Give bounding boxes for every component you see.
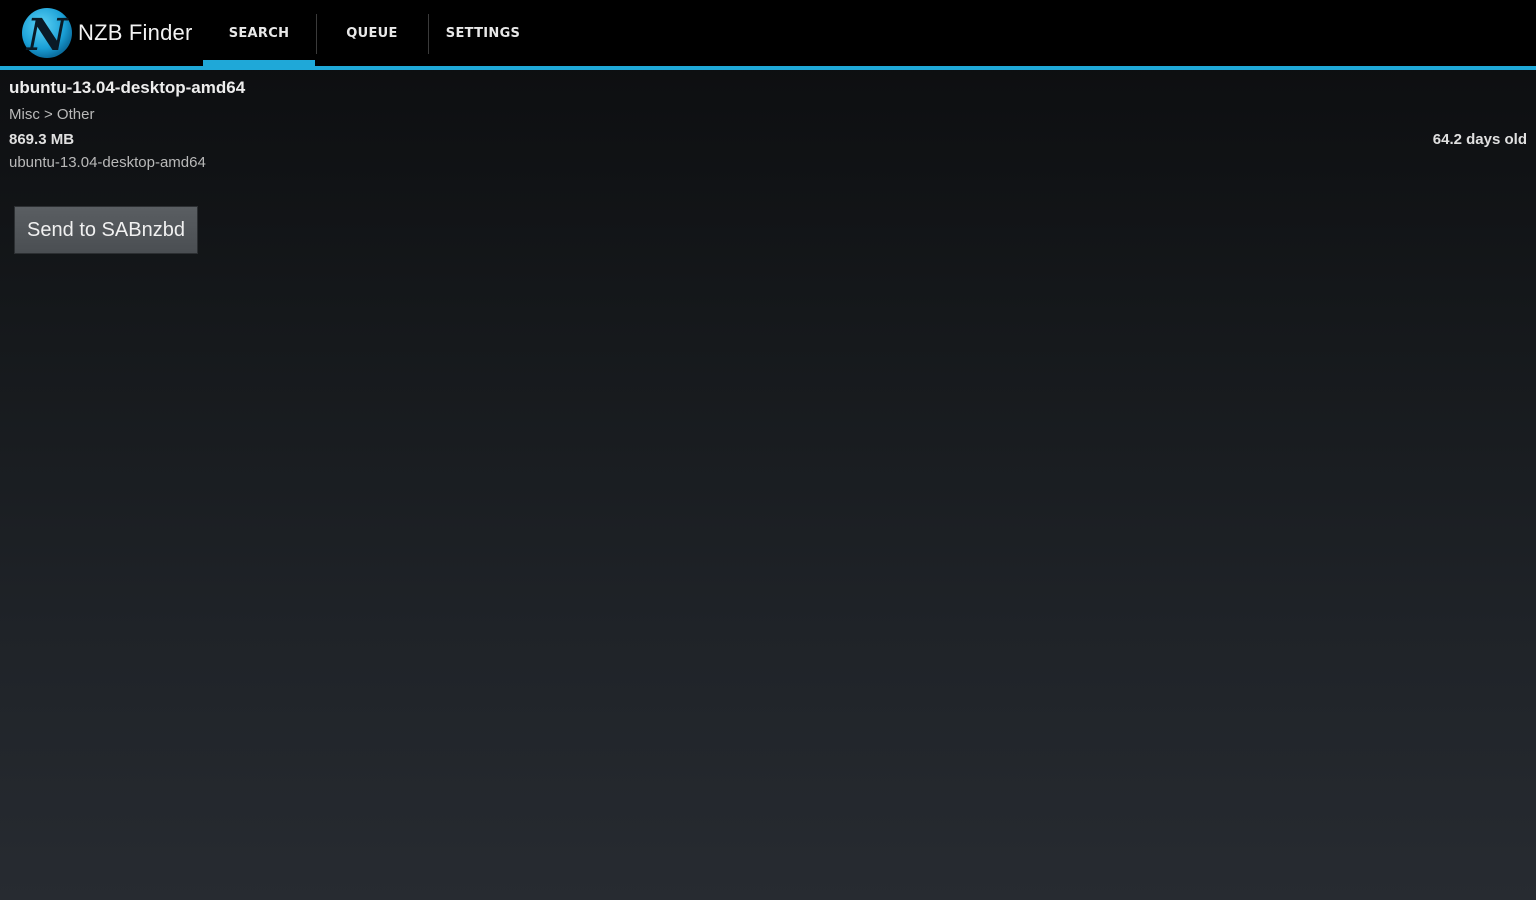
tab-search[interactable]: SEARCH bbox=[203, 0, 315, 66]
tab-queue[interactable]: QUEUE bbox=[317, 0, 427, 66]
nzb-title: ubuntu-13.04-desktop-amd64 bbox=[9, 78, 246, 97]
nzb-size: 869.3 MB bbox=[9, 131, 75, 148]
nzb-age: 64.2 days old bbox=[1432, 131, 1527, 148]
selected-tab-indicator bbox=[203, 60, 315, 66]
action-bar: N NZB Finder SEARCH QUEUE SETTINGS bbox=[0, 0, 1536, 70]
app-logo-icon: N bbox=[22, 8, 72, 60]
svg-text:N: N bbox=[25, 10, 69, 60]
nzb-category: Misc > Other bbox=[9, 106, 95, 123]
send-to-sabnzbd-button[interactable]: Send to SABnzbd bbox=[14, 206, 198, 254]
tab-settings[interactable]: SETTINGS bbox=[429, 0, 537, 66]
app-title: NZB Finder bbox=[78, 20, 193, 45]
nzb-filename: ubuntu-13.04-desktop-amd64 bbox=[9, 154, 206, 171]
